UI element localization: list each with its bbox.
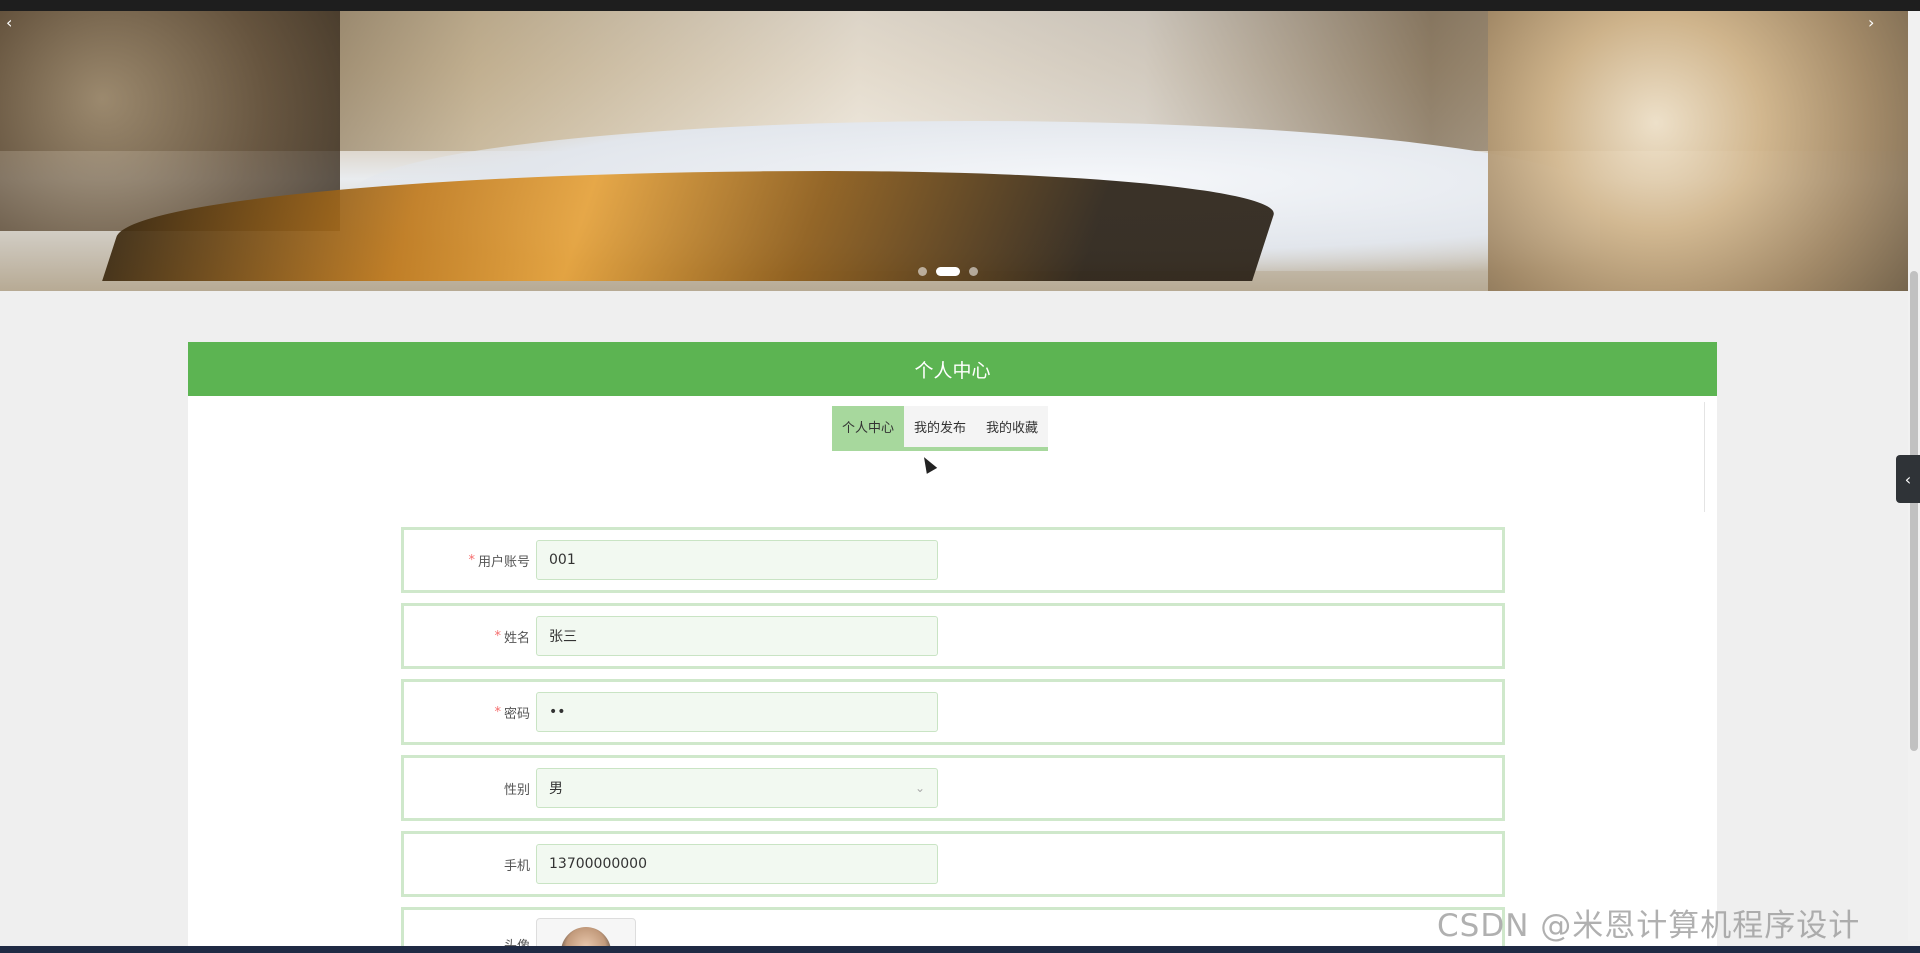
carousel-indicators xyxy=(918,267,978,276)
gender-label: 性别 xyxy=(404,758,530,818)
form-row-password: * 密码 •• xyxy=(401,679,1505,745)
divider xyxy=(1704,402,1705,512)
required-mark: * xyxy=(468,552,475,568)
tab-bar: 个人中心 我的发布 我的收藏 xyxy=(832,406,1049,451)
phone-input[interactable]: 13700000000 xyxy=(536,844,938,884)
password-label-text: 密码 xyxy=(503,706,530,722)
gender-select[interactable]: 男 ⌄ xyxy=(536,768,938,808)
tab-my-favorites[interactable]: 我的收藏 xyxy=(976,406,1049,447)
phone-label-text: 手机 xyxy=(503,858,530,874)
banner-image-trees-right xyxy=(1488,11,1908,291)
chevron-left-icon: ‹ xyxy=(1904,469,1912,489)
chevron-left-icon[interactable]: ‹ xyxy=(6,13,12,32)
carousel-dot[interactable] xyxy=(969,267,978,276)
gender-select-value: 男 xyxy=(549,781,563,797)
form-row-name: * 姓名 张三 xyxy=(401,603,1505,669)
page-title-text: 个人中心 xyxy=(914,359,991,382)
form-row-gender: 性别 男 ⌄ xyxy=(401,755,1505,821)
name-label: * 姓名 xyxy=(404,606,530,666)
gender-label-text: 性别 xyxy=(503,782,530,798)
carousel-dot[interactable] xyxy=(918,267,927,276)
chevron-right-icon[interactable]: › xyxy=(1868,13,1874,32)
banner-carousel[interactable]: ‹ › xyxy=(0,11,1908,291)
side-toggle-button[interactable]: ‹ xyxy=(1896,455,1920,503)
form-row-account: * 用户账号 001 xyxy=(401,527,1505,593)
required-mark: * xyxy=(494,704,501,720)
account-label: * 用户账号 xyxy=(404,530,530,590)
name-label-text: 姓名 xyxy=(503,630,530,646)
tab-personal-center[interactable]: 个人中心 xyxy=(832,406,905,447)
chevron-down-icon: ⌄ xyxy=(914,781,925,795)
browser-bottom-bar xyxy=(0,946,1920,953)
name-input[interactable]: 张三 xyxy=(536,616,938,656)
browser-top-bar xyxy=(0,0,1920,11)
password-label: * 密码 xyxy=(404,682,530,742)
page-title: 个人中心 xyxy=(188,342,1717,396)
tab-my-posts[interactable]: 我的发布 xyxy=(904,406,977,447)
phone-label: 手机 xyxy=(404,834,530,894)
watermark: CSDN @米恩计算机程序设计 xyxy=(1437,908,1861,944)
required-mark: * xyxy=(494,628,501,644)
password-input[interactable]: •• xyxy=(536,692,938,732)
carousel-dot-active[interactable] xyxy=(936,267,960,276)
scrollbar-thumb[interactable] xyxy=(1910,271,1918,751)
form-row-phone: 手机 13700000000 xyxy=(401,831,1505,897)
account-input[interactable]: 001 xyxy=(536,540,938,580)
account-label-text: 用户账号 xyxy=(477,554,530,570)
